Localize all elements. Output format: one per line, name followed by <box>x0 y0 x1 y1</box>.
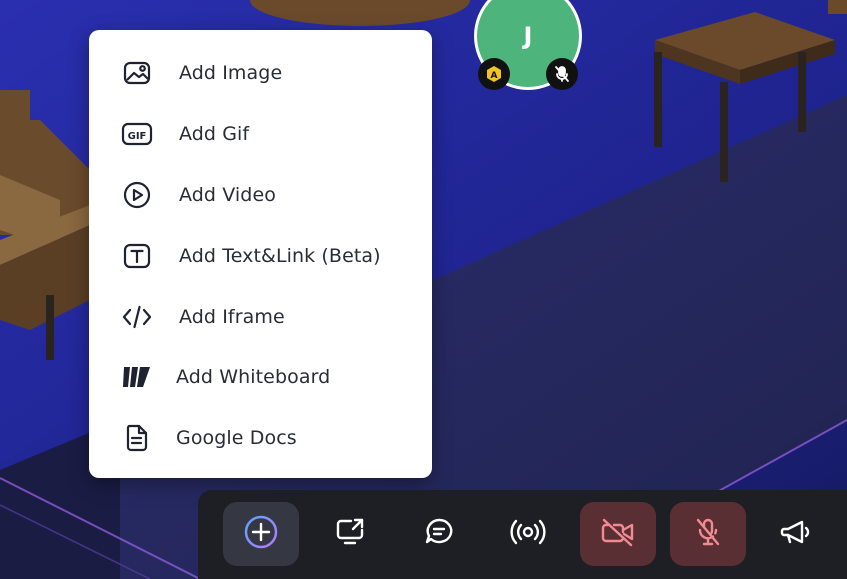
image-icon <box>119 55 155 91</box>
menu-item-label: Add Whiteboard <box>176 366 331 388</box>
menu-item-google-docs[interactable]: Google Docs <box>89 412 432 464</box>
bottom-toolbar <box>198 490 847 579</box>
menu-item-label: Google Docs <box>176 427 297 449</box>
camera-off-icon <box>600 515 636 553</box>
menu-item-add-text-link[interactable]: Add Text&Link (Beta) <box>89 230 432 282</box>
menu-item-label: Add Iframe <box>179 306 285 328</box>
add-content-menu: Add Image GIF Add Gif Add Video Add Text… <box>89 30 432 478</box>
mic-off-icon <box>691 515 725 553</box>
menu-item-add-image[interactable]: Add Image <box>89 47 432 99</box>
microphone-toggle-button[interactable] <box>670 502 746 566</box>
miro-icon <box>119 359 155 395</box>
chat-button[interactable] <box>401 502 477 566</box>
megaphone-button[interactable] <box>758 502 834 566</box>
menu-item-label: Add Video <box>179 184 276 206</box>
add-content-button[interactable] <box>223 502 299 566</box>
megaphone-icon <box>778 515 814 553</box>
document-icon <box>119 420 155 456</box>
code-icon <box>119 299 155 335</box>
menu-item-add-gif[interactable]: GIF Add Gif <box>89 108 432 160</box>
plus-circle-icon <box>243 514 279 554</box>
camera-toggle-button[interactable] <box>580 502 656 566</box>
menu-item-add-video[interactable]: Add Video <box>89 169 432 221</box>
menu-item-add-whiteboard[interactable]: Add Whiteboard <box>89 351 432 403</box>
menu-item-label: Add Image <box>179 62 283 84</box>
screen-share-icon <box>333 515 367 553</box>
gif-icon: GIF <box>119 116 155 152</box>
svg-text:A: A <box>491 71 498 81</box>
broadcast-icon <box>508 515 548 553</box>
menu-item-label: Add Gif <box>179 123 250 145</box>
svg-text:GIF: GIF <box>128 131 147 142</box>
mic-muted-icon <box>546 58 578 90</box>
menu-item-add-iframe[interactable]: Add Iframe <box>89 291 432 343</box>
user-avatar[interactable]: J A <box>474 0 582 92</box>
chat-icon <box>422 515 456 553</box>
share-screen-button[interactable] <box>312 502 388 566</box>
menu-item-label: Add Text&Link (Beta) <box>179 245 381 267</box>
play-circle-icon <box>119 177 155 213</box>
avatar-initial: J <box>523 22 533 50</box>
broadcast-button[interactable] <box>490 502 566 566</box>
text-box-icon <box>119 238 155 274</box>
admin-shield-icon: A <box>478 58 510 90</box>
